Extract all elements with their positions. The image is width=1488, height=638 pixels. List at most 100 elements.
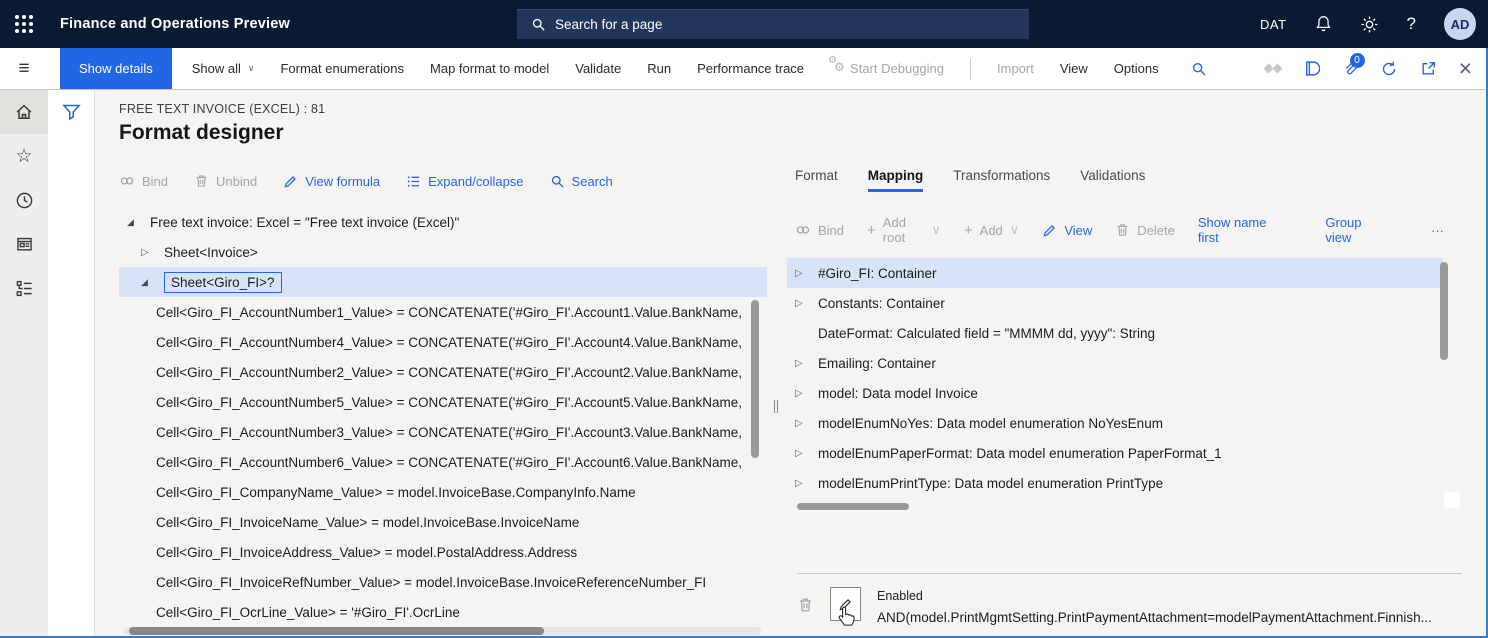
tree-row[interactable]: Cell<Giro_FI_AccountNumber4_Value> = CON…: [119, 327, 767, 357]
search-icon: [550, 174, 565, 189]
performance-trace-menu[interactable]: Performance trace: [697, 61, 804, 76]
bell-icon[interactable]: [1315, 15, 1332, 33]
expander-icon[interactable]: ▷: [795, 268, 817, 279]
mapping-vertical-scrollbar[interactable]: [1440, 262, 1448, 360]
tree-row[interactable]: DateFormat: Calculated field = "MMMM dd,…: [787, 318, 1443, 348]
designer-horizontal-scrollbar[interactable]: [124, 627, 761, 635]
paperclip-icon[interactable]: 0: [1342, 60, 1358, 77]
tree-row[interactable]: ▷ Emailing: Container: [787, 348, 1443, 378]
tree-row[interactable]: Cell<Giro_FI_CompanyName_Value> = model.…: [119, 477, 767, 507]
nav-home[interactable]: [0, 90, 48, 134]
tree-row[interactable]: Cell<Giro_FI_InvoiceAddress_Value> = mod…: [119, 537, 767, 567]
tree-row[interactable]: ▷ modelEnumNoYes: Data model enumeration…: [787, 408, 1443, 438]
tree-row[interactable]: ▷ modelEnumPrintType: Data model enumera…: [787, 468, 1443, 498]
app-launcher-icon[interactable]: [0, 0, 48, 48]
add-button[interactable]: +Add∨: [964, 222, 1019, 239]
options-menu[interactable]: Options: [1114, 61, 1159, 76]
group-view-toggle[interactable]: Group view: [1325, 215, 1385, 245]
expander-icon[interactable]: ▷: [795, 418, 817, 429]
view-formula-button[interactable]: View formula: [283, 174, 380, 189]
unbind-button[interactable]: Unbind: [194, 173, 257, 189]
double-diamond-icon[interactable]: [1265, 65, 1281, 72]
map-format-to-model-menu[interactable]: Map format to model: [430, 61, 549, 76]
gear-icon[interactable]: [1360, 15, 1379, 34]
link-icon: [119, 173, 135, 189]
expander-icon[interactable]: ▷: [795, 448, 817, 459]
command-bar: ≡ Show details Show all∨ Format enumerat…: [0, 48, 1488, 90]
show-details-button[interactable]: Show details: [60, 48, 172, 89]
designer-search-button[interactable]: Search: [550, 174, 613, 189]
hamburger-icon[interactable]: ≡: [0, 58, 48, 80]
cursor-hand-icon: [837, 606, 856, 627]
nav-favorites[interactable]: ☆: [0, 134, 48, 178]
more-options-icon[interactable]: ···: [1431, 223, 1444, 238]
plus-icon: +: [964, 222, 973, 239]
help-icon[interactable]: ?: [1407, 14, 1416, 34]
add-root-button[interactable]: +Add root∨: [867, 215, 941, 245]
close-icon[interactable]: ×: [1459, 57, 1472, 80]
expander-icon[interactable]: ▷: [795, 358, 817, 369]
tree-row[interactable]: Cell<Giro_FI_OcrLine_Value> = '#Giro_FI'…: [119, 597, 767, 627]
open-new-window-icon[interactable]: [1420, 60, 1437, 77]
book-icon[interactable]: [1303, 60, 1320, 77]
show-name-first-toggle[interactable]: Show name first: [1198, 215, 1283, 245]
attachments-badge: 0: [1350, 53, 1365, 68]
tree-row[interactable]: ▷ modelEnumPaperFormat: Data model enume…: [787, 438, 1443, 468]
start-debugging-menu[interactable]: ⚙⚙Start Debugging: [830, 61, 944, 76]
environment-badge[interactable]: DAT: [1260, 17, 1287, 32]
expander-icon[interactable]: ◢: [141, 277, 163, 288]
tree-row[interactable]: ▷ Sheet<Invoice>: [119, 237, 767, 267]
tree-row[interactable]: Cell<Giro_FI_InvoiceName_Value> = model.…: [119, 507, 767, 537]
expander-icon[interactable]: ▷: [141, 247, 163, 258]
tree-row[interactable]: ▷ #Giro_FI: Container: [787, 258, 1443, 288]
main-region: ☆ FREE TEXT INVOICE (EXCEL) : 81 Format …: [0, 90, 1488, 638]
tree-row[interactable]: Cell<Giro_FI_AccountNumber1_Value> = CON…: [119, 297, 767, 327]
filter-funnel-icon[interactable]: [61, 102, 82, 123]
bind-button[interactable]: Bind: [119, 173, 168, 189]
tree-row[interactable]: Cell<Giro_FI_AccountNumber2_Value> = CON…: [119, 357, 767, 387]
tab-format[interactable]: Format: [795, 168, 838, 192]
format-enumerations-menu[interactable]: Format enumerations: [280, 61, 404, 76]
nav-modules[interactable]: [0, 266, 48, 310]
tree-row[interactable]: Cell<Giro_FI_AccountNumber3_Value> = CON…: [119, 417, 767, 447]
view-menu[interactable]: View: [1060, 61, 1088, 76]
expander-icon[interactable]: ◢: [127, 217, 149, 228]
tree-row[interactable]: ◢ Free text invoice: Excel = "Free text …: [119, 207, 767, 237]
expander-icon[interactable]: ▷: [795, 388, 817, 399]
mapping-horizontal-scrollbar[interactable]: [797, 503, 909, 510]
expander-icon[interactable]: ▷: [795, 298, 817, 309]
tree-row[interactable]: Cell<Giro_FI_InvoiceRefNumber_Value> = m…: [119, 567, 767, 597]
tab-mapping[interactable]: Mapping: [868, 168, 924, 192]
tree-row[interactable]: ▷ model: Data model Invoice: [787, 378, 1443, 408]
nav-workspaces[interactable]: [0, 222, 48, 266]
show-all-menu[interactable]: Show all∨: [192, 61, 255, 76]
tree-row[interactable]: ▷ Constants: Container: [787, 288, 1443, 318]
nav-recent[interactable]: [0, 178, 48, 222]
expand-collapse-button[interactable]: Expand/collapse: [406, 174, 523, 189]
menu-divider: [970, 58, 971, 80]
mapping-view-button[interactable]: View: [1042, 223, 1092, 238]
detail-edit-button[interactable]: [830, 587, 861, 621]
page-search-input[interactable]: Search for a page: [517, 9, 1029, 39]
tree-row[interactable]: Cell<Giro_FI_AccountNumber6_Value> = CON…: [119, 447, 767, 477]
tab-transformations[interactable]: Transformations: [953, 168, 1050, 192]
tab-validations[interactable]: Validations: [1080, 168, 1145, 192]
designer-vertical-scrollbar[interactable]: [751, 300, 759, 458]
command-search-icon[interactable]: [1191, 61, 1207, 77]
splitter-handle-icon[interactable]: [774, 400, 778, 413]
chevron-down-icon: ∨: [248, 63, 255, 74]
tree-row[interactable]: ◢ Sheet<Giro_FI>?: [119, 267, 767, 297]
run-menu[interactable]: Run: [647, 61, 671, 76]
validate-menu[interactable]: Validate: [575, 61, 621, 76]
avatar[interactable]: AD: [1444, 8, 1476, 40]
mapping-bind-button[interactable]: Bind: [795, 222, 844, 238]
mapping-delete-button[interactable]: Delete: [1115, 222, 1175, 238]
pane-splitter[interactable]: [767, 168, 787, 638]
designer-pane: Bind Unbind View formula Expand/collapse: [119, 168, 767, 638]
scrollbar-thumb[interactable]: [129, 627, 544, 635]
expander-icon[interactable]: ▷: [795, 478, 817, 489]
detail-delete-icon[interactable]: [797, 596, 814, 614]
refresh-icon[interactable]: [1380, 60, 1398, 78]
tree-row[interactable]: Cell<Giro_FI_AccountNumber5_Value> = CON…: [119, 387, 767, 417]
import-menu[interactable]: Import: [997, 61, 1034, 76]
